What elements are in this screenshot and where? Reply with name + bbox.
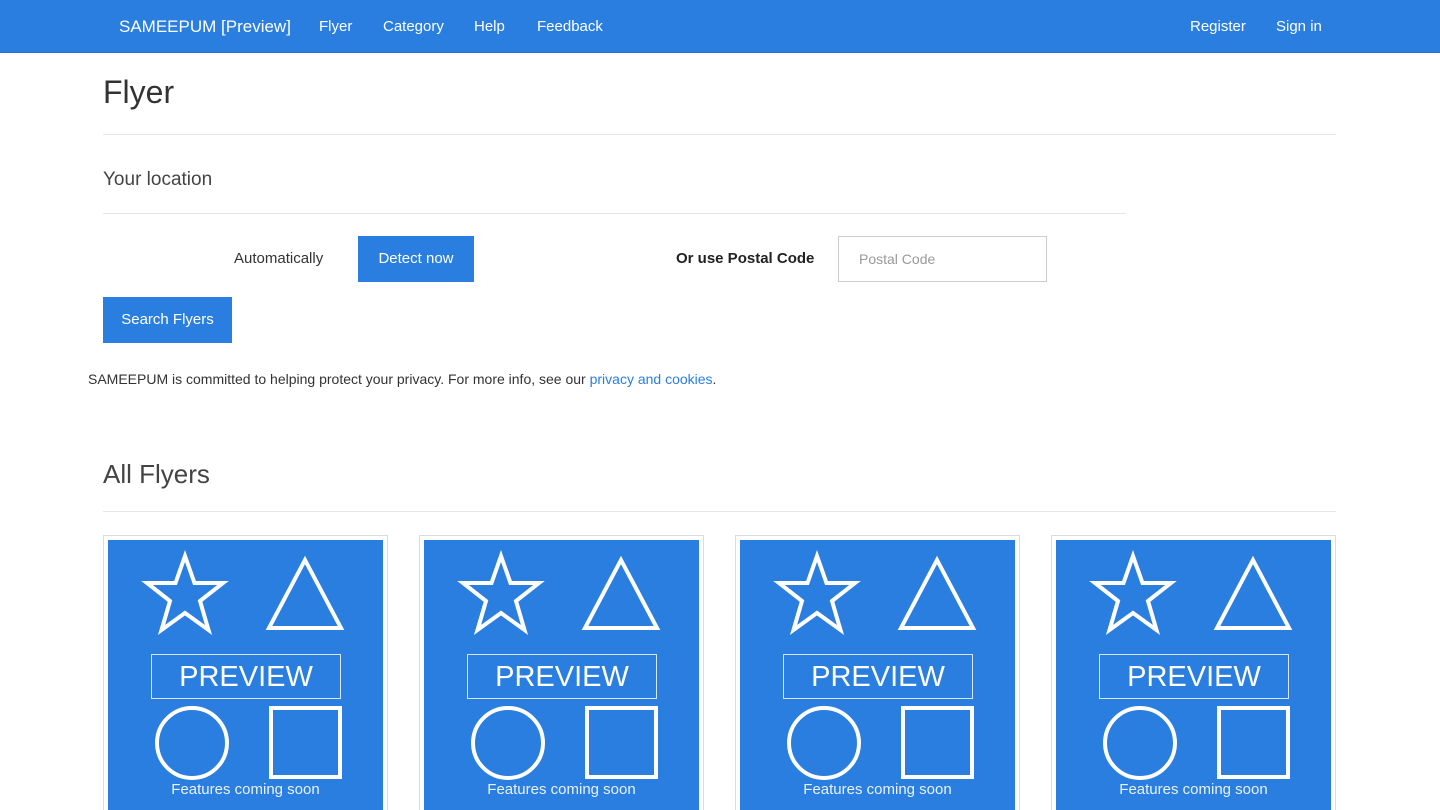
flyer-card[interactable]: PREVIEW Features coming soon: [1051, 535, 1336, 810]
privacy-text: SAMEEPUM is committed to helping protect…: [88, 371, 590, 387]
flyer-preview-image: PREVIEW Features coming soon: [1056, 540, 1331, 810]
flyer-preview-image: PREVIEW Features coming soon: [740, 540, 1015, 810]
divider: [103, 213, 1126, 214]
location-heading: Your location: [103, 169, 213, 190]
top-navbar: SAMEEPUM [Preview] Flyer Category Help F…: [0, 0, 1440, 53]
privacy-notice: SAMEEPUM is committed to helping protect…: [88, 371, 716, 387]
register-link[interactable]: Register: [1190, 0, 1246, 53]
preview-label: PREVIEW: [783, 654, 973, 699]
page-title: Flyer: [103, 74, 175, 110]
brand-link[interactable]: SAMEEPUM [Preview]: [119, 0, 291, 53]
flyer-preview-image: PREVIEW Features coming soon: [108, 540, 383, 810]
privacy-end: .: [712, 371, 717, 387]
all-flyers-heading: All Flyers: [103, 459, 210, 489]
privacy-cookies-link[interactable]: privacy and cookies: [590, 371, 713, 387]
flyer-caption: Features coming soon: [1119, 781, 1268, 798]
postal-code-input[interactable]: [838, 236, 1047, 282]
flyer-card[interactable]: PREVIEW Features coming soon: [103, 535, 388, 810]
flyer-preview-image: PREVIEW Features coming soon: [424, 540, 699, 810]
nav-item-category[interactable]: Category: [383, 0, 444, 53]
divider: [103, 511, 1336, 512]
nav-item-flyer[interactable]: Flyer: [319, 0, 352, 53]
flyer-caption: Features coming soon: [803, 781, 952, 798]
divider: [103, 134, 1336, 135]
postal-code-label: Or use Postal Code: [676, 250, 815, 267]
flyer-caption: Features coming soon: [487, 781, 636, 798]
flyer-card[interactable]: PREVIEW Features coming soon: [735, 535, 1020, 810]
preview-label: PREVIEW: [1099, 654, 1289, 699]
nav-item-help[interactable]: Help: [474, 0, 505, 53]
flyer-card[interactable]: PREVIEW Features coming soon: [419, 535, 704, 810]
automatically-label: Automatically: [234, 250, 324, 267]
detect-now-button[interactable]: Detect now: [358, 236, 474, 282]
signin-link[interactable]: Sign in: [1276, 0, 1322, 53]
flyer-caption: Features coming soon: [171, 781, 320, 798]
preview-label: PREVIEW: [151, 654, 341, 699]
nav-item-feedback[interactable]: Feedback: [537, 0, 603, 53]
search-flyers-button[interactable]: Search Flyers: [103, 297, 232, 343]
preview-label: PREVIEW: [467, 654, 657, 699]
